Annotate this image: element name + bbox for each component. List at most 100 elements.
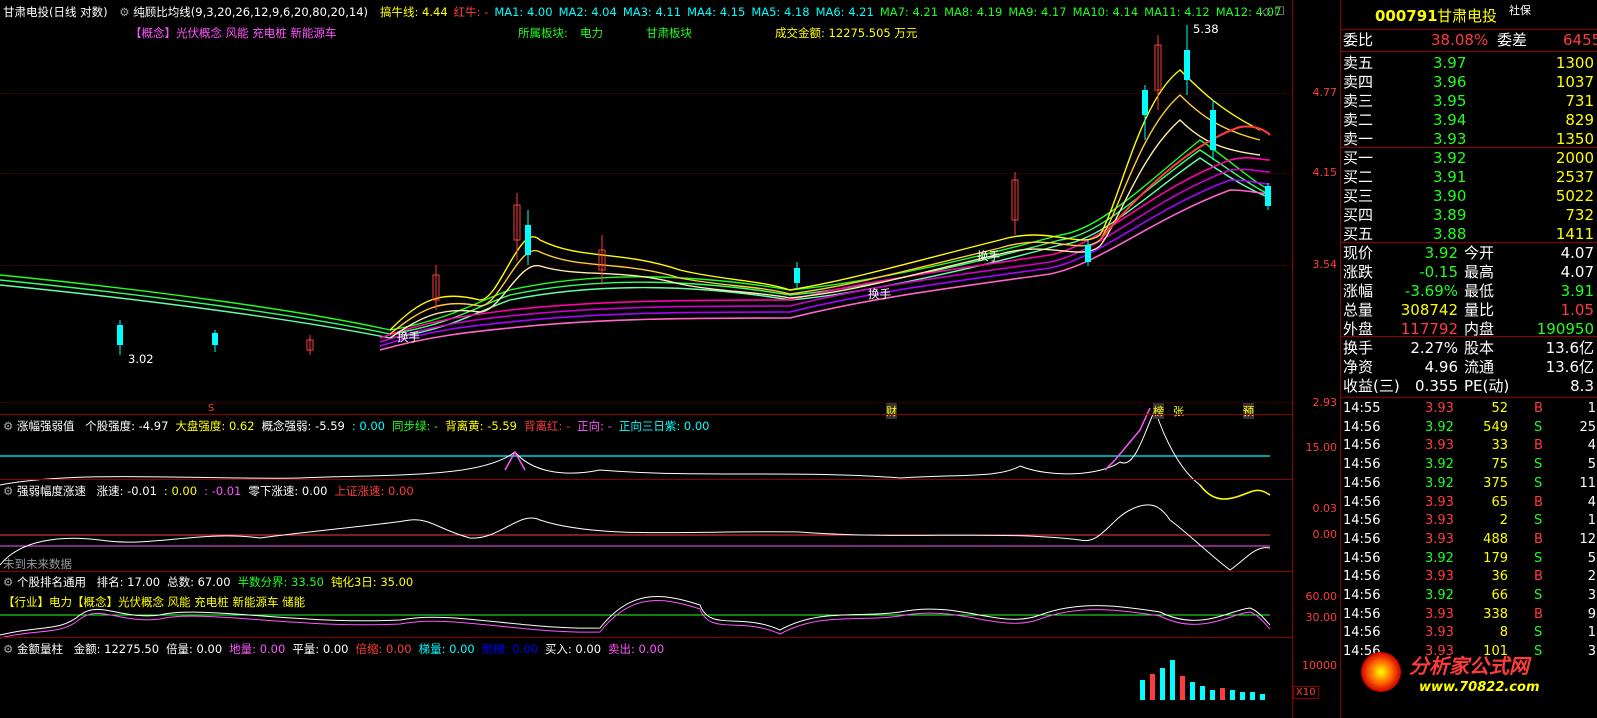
indicator-value: 半数分界: 33.50 [237, 575, 324, 589]
indicator-value: 大盘强度: 0.62 [175, 419, 255, 433]
orderbook-label: 买三 [1343, 187, 1374, 205]
gear-icon[interactable]: ⚙ [3, 575, 13, 589]
stat-value: 8.3 [1570, 377, 1594, 395]
stat-row: 收益(三) 0.355 PE(动) 8.3 [1341, 376, 1597, 397]
chart-canvas [0, 25, 1271, 700]
orderbook-label: 买四 [1343, 206, 1374, 224]
y-label: 3.54 [1312, 258, 1338, 271]
no-data-label: 未到未来数据 [3, 557, 72, 571]
stat-row: 涨跌 -0.15 最高 4.07 [1341, 262, 1597, 283]
stat-row: 总量 308742 量比 1.05 [1341, 300, 1597, 321]
orderbook-volume: 829 [1565, 111, 1594, 129]
stock-title: 000791 甘肃电投 社保 [1341, 4, 1597, 27]
stat-label: 换手 [1343, 339, 1374, 357]
gear-icon[interactable]: ⚙ [3, 642, 13, 656]
stat-value: 13.6亿 [1545, 358, 1594, 376]
orderbook-label: 卖四 [1343, 73, 1374, 91]
note-2: 换手 [868, 287, 891, 301]
divider [0, 637, 1292, 638]
note-1: 换手 [397, 330, 420, 344]
y-label: 4.77 [1312, 86, 1338, 99]
orderbook-label: 卖五 [1343, 54, 1374, 72]
watermark-title: 分析家公式网 [1409, 654, 1529, 678]
indicator-value: : 0.00 [351, 419, 385, 433]
stat-value: 4.07 [1560, 263, 1594, 281]
gear-icon[interactable]: ⚙ [3, 419, 13, 433]
high-marker: 5.38 [1193, 22, 1219, 36]
indicator-value: 倍量: 0.00 [166, 642, 223, 656]
orderbook-row[interactable]: 买四 3.89 732 [1341, 205, 1597, 226]
ma-ribbon-magenta [379, 157, 1271, 351]
y-label: 10000 [1302, 659, 1337, 672]
stat-value: 4.07 [1560, 244, 1594, 262]
marker-zhang: 张 [1173, 405, 1184, 418]
indicator-value: 买入: 0.00 [544, 642, 602, 656]
stat-value: -3.69% [1404, 282, 1458, 300]
stat-label: 净资 [1343, 358, 1374, 376]
orderbook-row[interactable]: 买二 3.91 2537 [1341, 167, 1597, 188]
panel3-title[interactable]: 个股排名通用 [17, 575, 86, 589]
indicator-value: 个股强度: -4.97 [85, 419, 169, 433]
chart-area[interactable]: 甘肃电投(日线 对数) ⚙ 纯顾比均线(9,3,20,26,12,9,6,20,… [0, 0, 1340, 718]
panel3-header: ⚙ 个股排名通用 排名: 17.00 总数: 67.00 半数分界: 33.50 钝化… [3, 574, 413, 590]
quote-panel: 000791 甘肃电投 社保 委比 38.08% 委差 6455 卖五 3.97 1… [1340, 0, 1597, 718]
stat-value: 13.6亿 [1545, 339, 1594, 357]
stat-value: 0.355 [1415, 377, 1458, 395]
orderbook-label: 卖二 [1343, 111, 1374, 129]
stat-label: 流通 [1464, 358, 1495, 376]
panel2-title[interactable]: 强弱幅度涨速 [17, 484, 86, 498]
indicator-value: 背离红: - [523, 419, 571, 433]
panel3-line2: 【行业】电力【概念】光伏概念 风能 充电桩 新能源车 储能 [3, 595, 306, 609]
orderbook-volume: 1037 [1555, 73, 1594, 91]
stat-value: 3.91 [1560, 282, 1594, 300]
orderbook-row[interactable]: 卖二 3.94 829 [1341, 110, 1597, 131]
social-tag[interactable]: 社保 [1509, 0, 1531, 21]
indicator-value: 卖出: 0.00 [608, 642, 665, 656]
marker-s: S [208, 403, 215, 414]
panel4-title[interactable]: 金额量柱 [17, 642, 63, 656]
orderbook-row[interactable]: 卖五 3.97 1300 [1341, 53, 1597, 74]
indicator-value: 平量: 0.00 [292, 642, 349, 656]
orderbook-price: 3.95 [1433, 92, 1467, 110]
divider [0, 479, 1292, 480]
orderbook-volume: 5022 [1555, 187, 1594, 205]
panel1-header: ⚙ 涨幅强弱值 个股强度: -4.97 大盘强度: 0.62 概念强弱: -5.59… [3, 418, 710, 434]
stock-code: 000791 [1375, 7, 1438, 25]
stat-label: 最低 [1464, 282, 1495, 300]
stat-label: 量比 [1464, 301, 1495, 319]
gear-icon[interactable]: ⚙ [3, 484, 13, 498]
panel2-header: ⚙ 强弱幅度涨速 涨速: -0.01: 0.00: -0.01 零下涨速: 0.0… [3, 483, 414, 499]
orderbook-row[interactable]: 卖四 3.96 1037 [1341, 72, 1597, 93]
stat-label: 股本 [1464, 339, 1495, 357]
orderbook-volume: 2537 [1555, 168, 1594, 186]
stat-label: 今开 [1464, 244, 1495, 262]
stat-value: -0.15 [1419, 263, 1458, 281]
stat-value: 1.05 [1560, 301, 1594, 319]
indicator-value: 背离黄: -5.59 [445, 419, 517, 433]
indicator-value: : 0.00 [163, 484, 198, 498]
orderbook-label: 卖三 [1343, 92, 1374, 110]
indicator-value: 上证涨速: 0.00 [334, 484, 414, 498]
weibi-value: 38.08% [1431, 31, 1489, 49]
orderbook-label: 买一 [1343, 149, 1374, 167]
watermark: 分析家公式网 www.70822.com [1361, 648, 1596, 708]
indicator-value: 同步绿: - [392, 419, 439, 433]
stat-label: PE(动) [1464, 377, 1510, 395]
indicator-value: 概念强弱: -5.59 [261, 419, 345, 433]
orderbook-price: 3.96 [1433, 73, 1467, 91]
orderbook-volume: 1300 [1555, 54, 1594, 72]
stat-label: 现价 [1343, 244, 1374, 262]
stat-value: 4.96 [1424, 358, 1458, 376]
stat-value: 3.92 [1424, 244, 1458, 262]
orderbook-row[interactable]: 卖三 3.95 731 [1341, 91, 1597, 112]
stat-label: 涨幅 [1343, 282, 1374, 300]
watermark-url: www.70822.com [1419, 680, 1540, 695]
orderbook-row[interactable]: 买三 3.90 5022 [1341, 186, 1597, 207]
y-axis: 4.77 4.15 3.54 2.93 15.00 0.03 0.00 60.0… [1292, 0, 1341, 718]
panel1-title[interactable]: 涨幅强弱值 [17, 419, 75, 433]
indicator-value: 正向三日紫: 0.00 [618, 419, 710, 433]
orderbook-row[interactable]: 买一 3.92 2000 [1341, 148, 1597, 169]
stat-value: 308742 [1400, 301, 1458, 319]
orderbook-price: 3.92 [1433, 149, 1467, 167]
stock-name: 甘肃电投 [1437, 7, 1498, 25]
